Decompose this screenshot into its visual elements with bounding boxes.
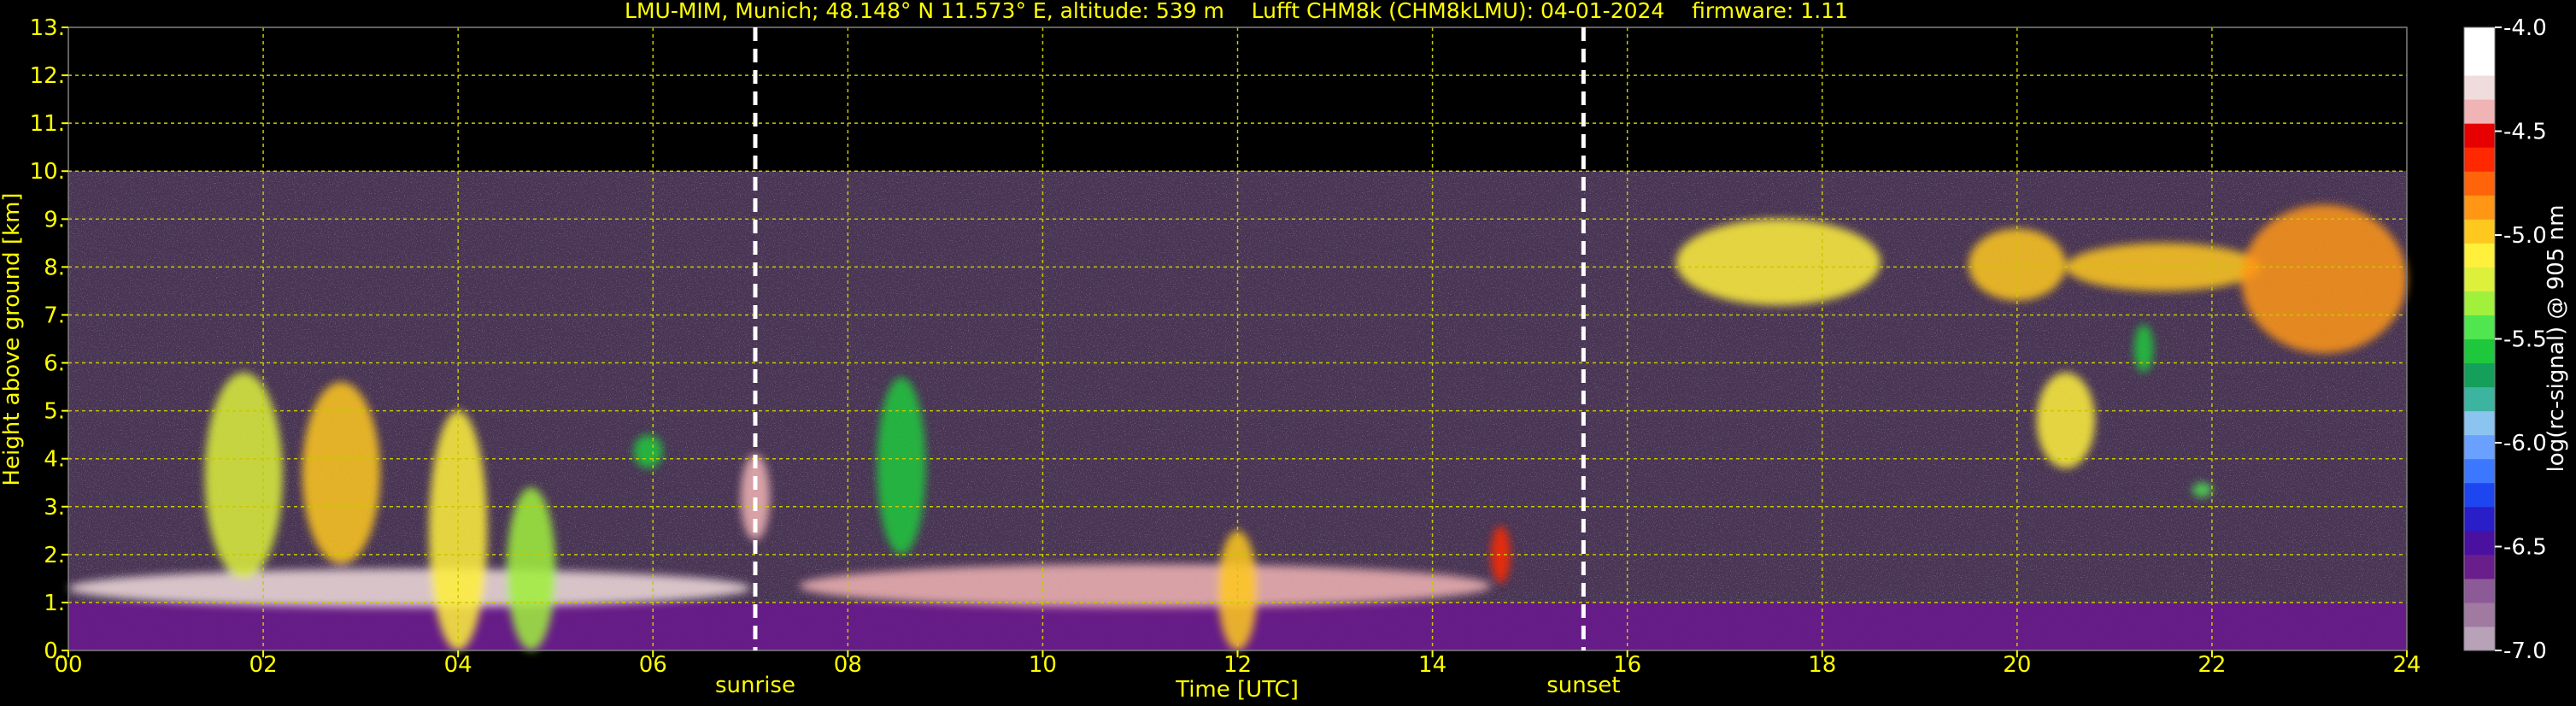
y-tick-label-5: 5.: [44, 399, 65, 425]
y-tick-label-6: 6.: [44, 351, 65, 377]
x-tick-label-10: 20: [2003, 652, 2031, 678]
x-tick-label-2: 04: [444, 652, 472, 678]
colorbar-bin-23: [2464, 75, 2495, 100]
colorbar-bin-12: [2464, 338, 2495, 364]
y-tick-label-2: 2.: [44, 543, 65, 568]
x-tick-label-7: 14: [1418, 652, 1446, 678]
feature-1: [204, 372, 283, 579]
feature-13: [2036, 372, 2096, 468]
x-tick-label-3: 06: [639, 652, 667, 678]
colorbar-bin-22: [2464, 99, 2495, 124]
colorbar-bin-0: [2464, 626, 2495, 651]
colorbar-tick-label-5: -4.5: [2503, 120, 2547, 145]
colorbar-bin-24: [2464, 51, 2495, 76]
feature-2: [302, 381, 380, 565]
y-tick-label-10: 10.: [30, 159, 65, 185]
colorbar-tick-label-0: -7.0: [2503, 638, 2547, 664]
x-tick-label-1: 02: [249, 652, 278, 678]
colorbar-bin-15: [2464, 267, 2495, 291]
feature-5: [633, 434, 663, 468]
colorbar-bin-18: [2464, 195, 2495, 220]
x-axis-label: Time [UTC]: [1175, 677, 1299, 703]
colorbar-tick-label-4: -5.0: [2503, 223, 2547, 249]
y-tick-label-0: 0.: [44, 638, 65, 664]
y-tick-label-12: 12.: [30, 63, 65, 89]
colorbar-bin-6: [2464, 482, 2495, 508]
y-tick-label-4: 4.: [44, 447, 65, 473]
colorbar: -7.0 -6.5 -6.0 -5.5 -5.0 -4.5 -4.0: [2463, 15, 2547, 664]
colorbar-tick-label-3: -5.5: [2503, 327, 2547, 353]
x-axis: 00 02 04 06 08 10 12 14 16 18 20 22 24: [54, 650, 2421, 678]
colorbar-bin-16: [2464, 243, 2495, 268]
colorbar-bin-19: [2464, 171, 2495, 196]
feature-16: [2133, 324, 2154, 373]
x-tick-label-4: 08: [834, 652, 862, 678]
x-tick-label-5: 10: [1029, 652, 1057, 678]
y-tick-label-9: 9.: [44, 207, 65, 232]
x-tick-label-11: 22: [2198, 652, 2226, 678]
feature-8: [799, 564, 1492, 608]
feature-11: [1675, 219, 1881, 306]
colorbar-tick-label-1: -6.5: [2503, 535, 2547, 561]
x-tick-label-12: 24: [2392, 652, 2421, 678]
plot-area: sunrise sunset: [67, 26, 2408, 698]
ceilometer-chart: LMU-MIM, Munich; 48.148° N 11.573° E, al…: [0, 0, 2569, 703]
feature-17: [2192, 482, 2212, 497]
colorbar-label: log(rc-signal) @ 905 nm: [2544, 205, 2569, 473]
colorbar-bin-14: [2464, 291, 2495, 315]
annotation-label-sunset: sunset: [1546, 673, 1620, 698]
colorbar-tick-label-2: -6.0: [2503, 431, 2547, 456]
y-axis: 0. 1. 2. 3. 4. 5. 6. 7. 8. 9. 10. 11. 12. 13.: [30, 15, 68, 664]
colorbar-bin-1: [2464, 602, 2495, 627]
colorbar-bin-4: [2464, 530, 2495, 556]
colorbar-bin-8: [2464, 434, 2495, 460]
colorbar-bin-17: [2464, 219, 2495, 244]
chart-title: LMU-MIM, Munich; 48.148° N 11.573° E, al…: [625, 0, 1848, 23]
colorbar-tick-label-6: -4.0: [2503, 15, 2547, 41]
feature-4: [507, 487, 556, 651]
y-tick-label-1: 1.: [44, 591, 65, 616]
colorbar-bin-21: [2464, 123, 2495, 148]
feature-15: [2241, 204, 2408, 354]
colorbar-bin-10: [2464, 386, 2495, 412]
colorbar-bin-20: [2464, 147, 2495, 172]
y-tick-label-7: 7.: [44, 303, 65, 328]
colorbar-bin-11: [2464, 362, 2495, 388]
y-tick-label-13: 13.: [30, 15, 65, 41]
colorbar-bin-25: [2464, 27, 2495, 52]
feature-0: [68, 568, 751, 608]
y-axis-label: Height above ground [km]: [0, 192, 25, 485]
annotation-label-sunrise: sunrise: [715, 673, 795, 698]
colorbar-bin-2: [2464, 578, 2495, 603]
colorbar-bin-9: [2464, 410, 2495, 436]
feature-7: [877, 377, 926, 555]
x-tick-label-8: 16: [1613, 652, 1641, 678]
y-tick-label-8: 8.: [44, 255, 65, 280]
x-tick-label-9: 18: [1808, 652, 1836, 678]
colorbar-bin-5: [2464, 506, 2495, 532]
feature-10: [1491, 526, 1511, 584]
colorbar-bin-13: [2464, 315, 2495, 339]
x-tick-label-6: 12: [1223, 652, 1252, 678]
y-tick-label-11: 11.: [30, 111, 65, 137]
y-tick-label-3: 3.: [44, 495, 65, 521]
colorbar-bin-3: [2464, 554, 2495, 580]
colorbar-bin-7: [2464, 458, 2495, 484]
